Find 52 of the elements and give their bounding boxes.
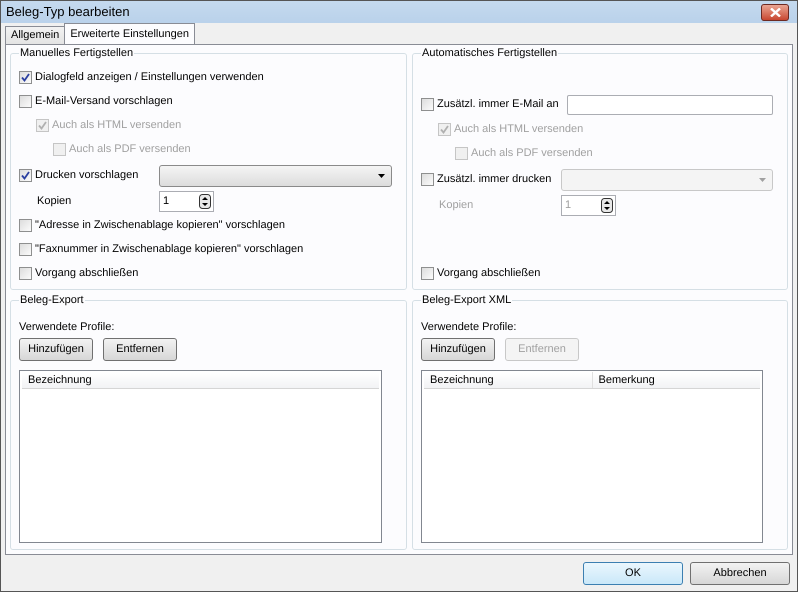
copies-value: 1 (565, 198, 572, 214)
dropdown[interactable] (159, 164, 392, 186)
checkbox-label: "Adresse in Zwischenablage kopieren" vorschlagen (35, 218, 285, 234)
caret-icon (378, 174, 385, 178)
copies-value: 1 (163, 194, 170, 210)
checkbox-label: Vorgang abschließen (437, 266, 540, 281)
checkbox[interactable] (421, 98, 434, 111)
checkbox-label: "Faxnummer in Zwischenablage kopieren" vorschlagen (35, 242, 304, 258)
email-field[interactable] (566, 94, 773, 114)
close-button[interactable] (761, 4, 789, 20)
column-header[interactable]: Bezeichnung (22, 372, 379, 388)
checkbox[interactable] (19, 95, 32, 108)
column-header[interactable]: Bemerkung (592, 372, 760, 388)
profiles-label: Verwendete Profile: (19, 320, 116, 334)
checkbox[interactable] (19, 267, 32, 280)
push-button[interactable]: Hinzufügen (19, 338, 93, 361)
checkbox-label: Auch als PDF versenden (69, 142, 191, 158)
copies-spinner[interactable]: 1 (159, 191, 214, 212)
copies-label: Kopien (36, 194, 72, 210)
profiles-label: Verwendete Profile: (421, 320, 518, 334)
checkbox-label: Zusätzl. immer drucken (437, 172, 552, 188)
checkbox-label: E-Mail-Versand vorschlagen (35, 94, 173, 110)
tab[interactable]: Erweiterte Einstellungen (64, 23, 195, 44)
push-button[interactable]: Abbrechen (690, 562, 790, 584)
group-title: Manuelles Fertigstellen (19, 46, 134, 61)
checkbox-label: Auch als PDF versenden (471, 146, 593, 162)
push-button[interactable]: OK (583, 562, 683, 584)
spin-arrows-icon (601, 198, 613, 213)
checkbox[interactable] (19, 243, 32, 256)
group-title: Automatisches Fertigstellen (421, 46, 558, 61)
checkbox[interactable] (19, 169, 32, 182)
column-header[interactable]: Bezeichnung (424, 372, 592, 388)
checkbox-label: Auch als HTML versenden (52, 118, 182, 134)
checkbox-label: Dialogfeld anzeigen / Einstellungen verwenden (35, 70, 264, 86)
checkbox-label: Zusätzl. immer E-Mail an (437, 97, 559, 112)
checkbox-label: Auch als HTML versenden (454, 122, 584, 138)
group-title: Beleg-Export XML (421, 293, 512, 308)
checkbox[interactable] (19, 71, 32, 84)
checkbox[interactable] (421, 266, 434, 280)
spin-arrows-icon (199, 194, 211, 209)
copies-label: Kopien (438, 198, 474, 214)
window-title: Beleg-Typ bearbeiten (6, 3, 130, 22)
close-icon (770, 8, 780, 16)
checkbox-label: Vorgang abschließen (35, 266, 138, 282)
checkbox-label: Drucken vorschlagen (35, 168, 138, 184)
push-button[interactable]: Entfernen (103, 338, 177, 361)
caret-icon (759, 178, 766, 182)
push-button[interactable]: Hinzufügen (421, 338, 495, 361)
checkbox[interactable] (19, 219, 32, 232)
checkbox[interactable] (421, 173, 434, 186)
tab[interactable]: Allgemein (5, 26, 66, 44)
group-title: Beleg-Export (19, 293, 85, 308)
